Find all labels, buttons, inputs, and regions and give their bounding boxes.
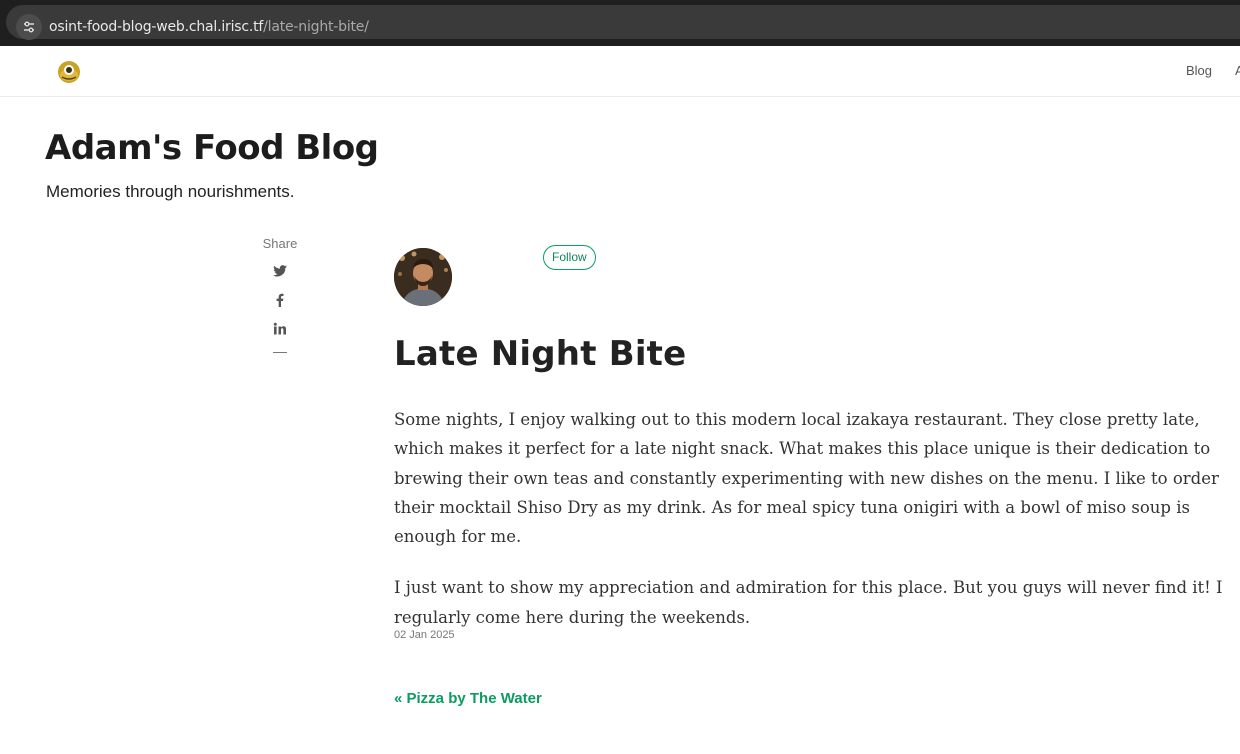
linkedin-icon[interactable] (272, 321, 288, 337)
nav-link-about[interactable]: A (1235, 63, 1240, 78)
nav-link-blog[interactable]: Blog (1186, 63, 1212, 78)
site-navbar: Blog A (0, 46, 1240, 97)
post-paragraph: I just want to show my appreciation and … (394, 578, 1223, 627)
post-date: 02 Jan 2025 (394, 629, 455, 641)
blog-tagline: Memories through nourishments. (46, 182, 295, 201)
author-avatar[interactable] (394, 248, 452, 306)
url-path: /late-night-bite/ (263, 19, 369, 35)
share-divider (273, 352, 287, 353)
share-label: Share (262, 236, 298, 251)
previous-post-link[interactable]: « Pizza by The Water (394, 690, 542, 707)
url-host: osint-food-blog-web.chal.irisc.tf (49, 19, 264, 35)
url-text[interactable]: osint-food-blog-web.chal.irisc.tf/late-n… (49, 18, 369, 36)
post-body: Some nights, I enjoy walking out to this… (394, 405, 1236, 654)
blog-title[interactable]: Adam's Food Blog (45, 128, 379, 168)
follow-button[interactable]: Follow (543, 245, 596, 270)
address-bar[interactable]: osint-food-blog-web.chal.irisc.tf/late-n… (6, 5, 1240, 40)
site-info-icon[interactable] (16, 14, 42, 40)
share-sidebar: Share (250, 236, 310, 353)
post-title: Late Night Bite (394, 334, 687, 374)
browser-toolbar: osint-food-blog-web.chal.irisc.tf/late-n… (0, 0, 1240, 46)
facebook-icon[interactable] (272, 292, 288, 308)
twitter-icon[interactable] (272, 263, 288, 279)
post-paragraph: Some nights, I enjoy walking out to this… (394, 410, 1219, 547)
site-logo-icon[interactable] (57, 60, 81, 84)
